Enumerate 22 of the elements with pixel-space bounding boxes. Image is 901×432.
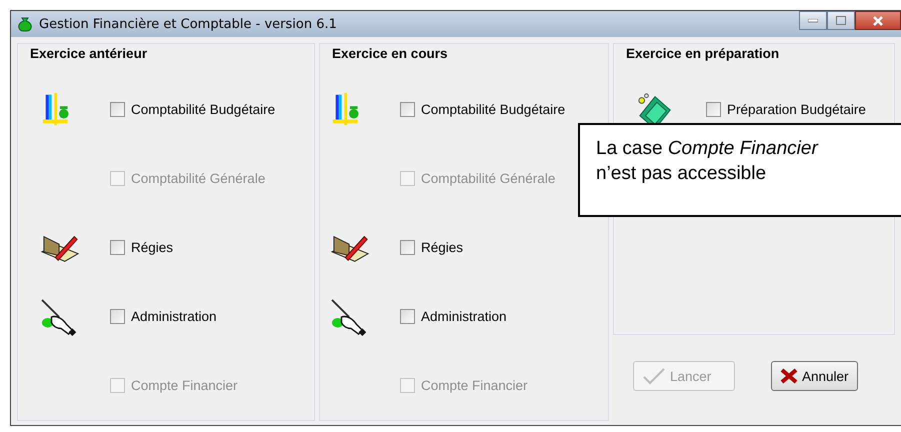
- checkbox[interactable]: Comptabilité Budgétaire: [110, 102, 276, 117]
- checkbox[interactable]: Régies: [110, 240, 174, 255]
- checkbox[interactable]: Comptabilité Budgétaire: [400, 102, 566, 117]
- group-title: Exercice antérieur: [29, 45, 148, 61]
- group-title: Exercice en cours: [331, 45, 449, 61]
- maximize-button[interactable]: [827, 11, 855, 30]
- window-title: Gestion Financière et Comptable - version 6.1: [39, 16, 337, 32]
- checkmark-icon: [642, 367, 666, 385]
- checkbox[interactable]: Préparation Budgétaire: [706, 102, 866, 117]
- close-icon: [872, 16, 884, 26]
- checkbox[interactable]: Administration: [400, 309, 507, 324]
- money-bag-icon: [17, 16, 33, 32]
- cross-icon: [780, 368, 798, 384]
- group-title: Exercice en préparation: [625, 45, 780, 61]
- minimize-icon: [808, 18, 818, 22]
- minimize-button[interactable]: [799, 11, 827, 30]
- checkbox[interactable]: Régies: [400, 240, 464, 255]
- checkbox[interactable]: Administration: [110, 309, 217, 324]
- close-button[interactable]: [855, 11, 901, 30]
- annotation-text: La case Compte Financier n’est pas accessible: [596, 137, 820, 186]
- maximize-icon: [836, 16, 846, 25]
- cancel-button[interactable]: Annuler: [771, 361, 858, 391]
